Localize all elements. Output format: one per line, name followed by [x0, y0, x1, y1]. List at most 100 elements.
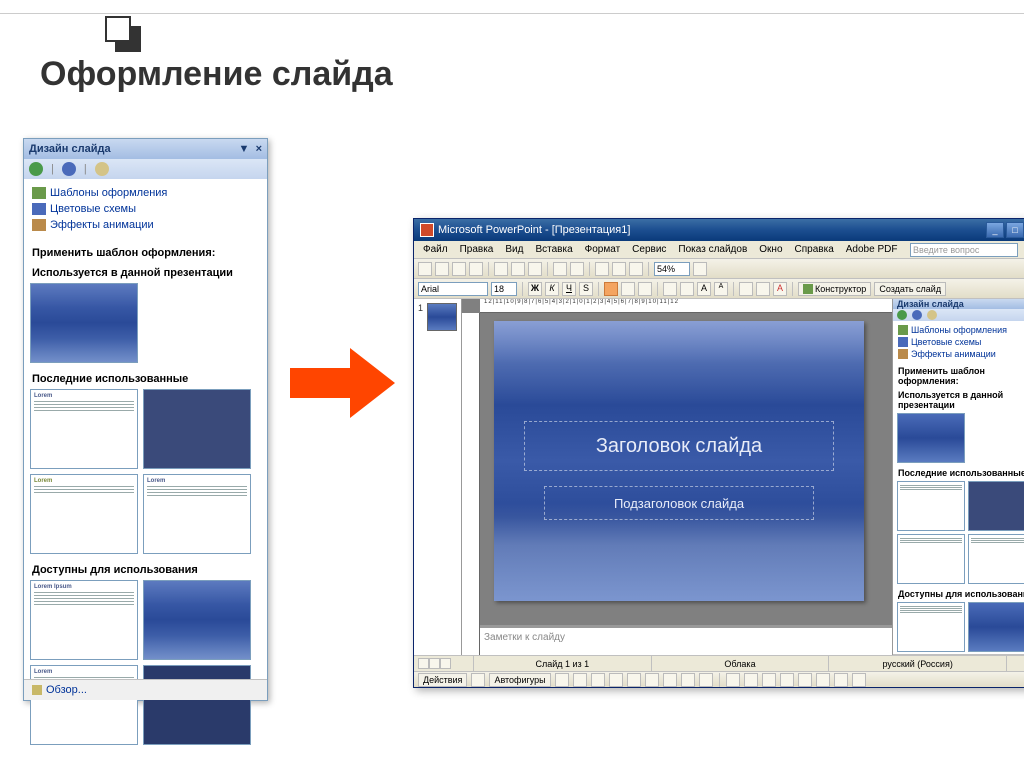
- template-thumb[interactable]: Lorem: [30, 665, 138, 745]
- template-thumb[interactable]: [897, 413, 965, 463]
- fontsize-combo[interactable]: 18: [491, 282, 517, 296]
- increase-indent-icon[interactable]: [756, 282, 770, 296]
- menu-file[interactable]: Файл: [418, 243, 453, 256]
- 3d-style-icon[interactable]: [852, 673, 866, 687]
- line-color-icon[interactable]: [744, 673, 758, 687]
- browse-link[interactable]: Обзор...: [24, 679, 267, 700]
- zoom-combo[interactable]: 54%: [654, 262, 690, 276]
- line-icon[interactable]: [555, 673, 569, 687]
- align-left-icon[interactable]: [604, 282, 618, 296]
- open-icon[interactable]: [435, 262, 449, 276]
- copy-icon[interactable]: [511, 262, 525, 276]
- template-thumb[interactable]: Lorem: [30, 389, 138, 469]
- option-color-schemes[interactable]: Цветовые схемы: [32, 201, 259, 217]
- template-thumb[interactable]: Lorem: [143, 474, 251, 554]
- option-templates[interactable]: Шаблоны оформления: [32, 185, 259, 201]
- numbering-icon[interactable]: [680, 282, 694, 296]
- save-icon[interactable]: [452, 262, 466, 276]
- menu-adobe-pdf[interactable]: Adobe PDF: [841, 243, 903, 256]
- template-thumb[interactable]: [143, 389, 251, 469]
- template-thumb[interactable]: [968, 481, 1024, 531]
- template-thumb[interactable]: [897, 534, 965, 584]
- menu-format[interactable]: Формат: [580, 243, 626, 256]
- dash-style-icon[interactable]: [798, 673, 812, 687]
- italic-icon[interactable]: К: [545, 282, 559, 296]
- shadow-style-icon[interactable]: [834, 673, 848, 687]
- maximize-button[interactable]: □: [1006, 222, 1024, 238]
- underline-icon[interactable]: Ч: [562, 282, 576, 296]
- redo-icon[interactable]: [570, 262, 584, 276]
- slide-thumbnail[interactable]: [427, 303, 457, 331]
- template-thumb[interactable]: [968, 602, 1024, 652]
- template-thumb[interactable]: [897, 481, 965, 531]
- autoshapes-button[interactable]: Автофигуры: [489, 673, 550, 687]
- minimize-button[interactable]: _: [986, 222, 1004, 238]
- forward-icon[interactable]: [912, 310, 922, 320]
- font-color-icon[interactable]: A: [773, 282, 787, 296]
- dropdown-icon[interactable]: ▼: [239, 143, 250, 155]
- font-combo[interactable]: Arial: [418, 282, 488, 296]
- diagram-icon[interactable]: [663, 673, 677, 687]
- template-thumb[interactable]: [143, 665, 251, 745]
- oval-icon[interactable]: [609, 673, 623, 687]
- template-thumb[interactable]: Lorem: [30, 474, 138, 554]
- template-thumb[interactable]: [30, 283, 138, 363]
- menu-tools[interactable]: Сервис: [627, 243, 671, 256]
- menu-window[interactable]: Окно: [754, 243, 787, 256]
- slideshow-view-icon[interactable]: [440, 658, 451, 669]
- table-icon[interactable]: [612, 262, 626, 276]
- menu-insert[interactable]: Вставка: [530, 243, 577, 256]
- option-animation[interactable]: Эффекты анимации: [32, 217, 259, 233]
- align-center-icon[interactable]: [621, 282, 635, 296]
- align-right-icon[interactable]: [638, 282, 652, 296]
- slide-subtitle-placeholder[interactable]: Подзаголовок слайда: [544, 486, 814, 520]
- help-icon[interactable]: [693, 262, 707, 276]
- slide-title-placeholder[interactable]: Заголовок слайда: [524, 421, 834, 471]
- tp-option-animation[interactable]: Эффекты анимации: [898, 348, 1024, 360]
- menu-view[interactable]: Вид: [500, 243, 528, 256]
- decrease-font-icon[interactable]: A: [714, 282, 728, 296]
- rectangle-icon[interactable]: [591, 673, 605, 687]
- close-icon[interactable]: ×: [256, 143, 262, 155]
- tp-option-templates[interactable]: Шаблоны оформления: [898, 324, 1024, 336]
- bold-icon[interactable]: Ж: [528, 282, 542, 296]
- arrow-style-icon[interactable]: [816, 673, 830, 687]
- font-color-icon[interactable]: [762, 673, 776, 687]
- chart-icon[interactable]: [595, 262, 609, 276]
- home-icon[interactable]: [927, 310, 937, 320]
- textbox-icon[interactable]: [627, 673, 641, 687]
- forward-icon[interactable]: [62, 162, 76, 176]
- arrow-icon[interactable]: [573, 673, 587, 687]
- slide-canvas[interactable]: Заголовок слайда Подзаголовок слайда: [494, 321, 864, 601]
- template-thumb[interactable]: [968, 534, 1024, 584]
- new-slide-button[interactable]: Создать слайд: [874, 282, 946, 296]
- template-thumb[interactable]: [897, 602, 965, 652]
- line-style-icon[interactable]: [780, 673, 794, 687]
- back-icon[interactable]: [29, 162, 43, 176]
- home-icon[interactable]: [95, 162, 109, 176]
- shadow-icon[interactable]: S: [579, 282, 593, 296]
- fill-color-icon[interactable]: [726, 673, 740, 687]
- sorter-view-icon[interactable]: [429, 658, 440, 669]
- draw-actions-button[interactable]: Действия: [418, 673, 467, 687]
- undo-icon[interactable]: [553, 262, 567, 276]
- normal-view-icon[interactable]: [418, 658, 429, 669]
- picture-icon[interactable]: [699, 673, 713, 687]
- notes-pane[interactable]: Заметки к слайду: [480, 625, 892, 655]
- cut-icon[interactable]: [494, 262, 508, 276]
- paste-icon[interactable]: [528, 262, 542, 276]
- bullets-icon[interactable]: [663, 282, 677, 296]
- menu-slideshow[interactable]: Показ слайдов: [673, 243, 752, 256]
- back-icon[interactable]: [897, 310, 907, 320]
- clipart-icon[interactable]: [681, 673, 695, 687]
- template-thumb[interactable]: Lorem Ipsum: [30, 580, 138, 660]
- select-icon[interactable]: [471, 673, 485, 687]
- new-icon[interactable]: [418, 262, 432, 276]
- menu-edit[interactable]: Правка: [455, 243, 499, 256]
- hyperlink-icon[interactable]: [629, 262, 643, 276]
- template-thumb[interactable]: [143, 580, 251, 660]
- increase-font-icon[interactable]: A: [697, 282, 711, 296]
- help-search-input[interactable]: [910, 243, 1018, 257]
- tp-option-colors[interactable]: Цветовые схемы: [898, 336, 1024, 348]
- print-icon[interactable]: [469, 262, 483, 276]
